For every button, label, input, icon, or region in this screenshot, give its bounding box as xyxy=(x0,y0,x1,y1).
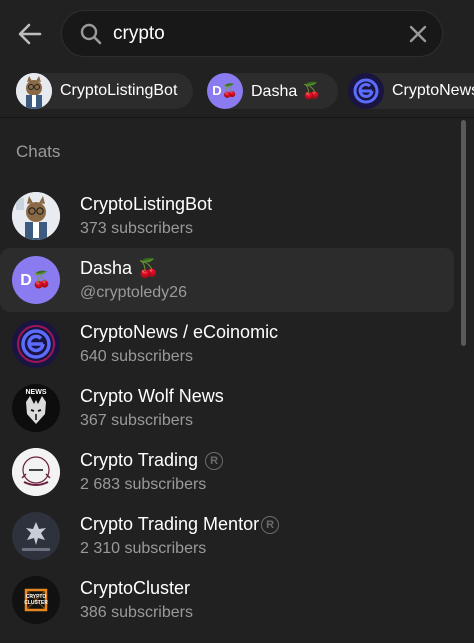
chat-name: Crypto Wolf News xyxy=(80,386,224,406)
avatar: CRYPTO CLUSTER xyxy=(12,576,60,624)
chat-row-cryptonews[interactable]: CryptoNews / eCoinomic 640 subscribers xyxy=(0,312,454,376)
avatar xyxy=(348,73,384,109)
chat-row-crypto-trading[interactable]: Crypto Trading R 2 683 subscribers xyxy=(0,440,454,504)
chat-name: Dasha 🍒 xyxy=(80,258,160,278)
chat-row-crypto-trading-mentor[interactable]: Crypto Trading Mentor R 2 310 subscriber… xyxy=(0,504,454,568)
avatar xyxy=(12,320,60,368)
chat-row-cryptolistingbot[interactable]: CryptoListingBot 373 subscribers xyxy=(0,184,454,248)
avatar-label: CRYPTO CLUSTER xyxy=(24,594,48,606)
chat-name: CryptoNews / eCoinomic xyxy=(80,322,279,342)
chat-row-crypto-wolf-news[interactable]: NEWS Crypto Wolf News 367 subscribers xyxy=(0,376,454,440)
back-arrow-icon xyxy=(18,23,42,45)
chip-dasha[interactable]: D🍒 Dasha 🍒 xyxy=(207,73,338,109)
avatar xyxy=(12,448,60,496)
chat-subtitle: 2 683 subscribers xyxy=(80,476,207,493)
chat-subtitle: 373 subscribers xyxy=(80,220,193,237)
avatar: D🍒 xyxy=(12,256,60,304)
avatar xyxy=(12,192,60,240)
top-bar xyxy=(0,0,474,66)
scrollbar[interactable] xyxy=(461,120,466,346)
chat-name: CryptoCluster xyxy=(80,578,191,598)
chat-row-cryptocluster[interactable]: CRYPTO CLUSTER CryptoCluster 386 subscri… xyxy=(0,568,454,632)
search-icon xyxy=(80,23,102,45)
avatar: D🍒 xyxy=(207,73,243,109)
back-button[interactable] xyxy=(14,18,46,50)
chat-subtitle: @cryptoledy26 xyxy=(80,284,187,301)
search-input[interactable] xyxy=(113,19,393,49)
chat-subtitle: 386 subscribers xyxy=(80,604,193,621)
close-icon[interactable] xyxy=(406,22,430,46)
chat-name: Crypto Trading Mentor R xyxy=(80,514,280,535)
chip-label: CryptoNews / eCoinomic xyxy=(392,82,474,99)
chat-list: CryptoListingBot 373 subscribers D🍒 Dash… xyxy=(0,184,454,632)
registered-badge-icon: R xyxy=(205,451,224,470)
avatar xyxy=(16,73,52,109)
chat-name: Crypto Trading R xyxy=(80,450,224,471)
chat-row-dasha[interactable]: D🍒 Dasha 🍒 @cryptoledy26 xyxy=(0,248,454,312)
chip-label: CryptoListingBot xyxy=(60,82,178,99)
chat-subtitle: 640 subscribers xyxy=(80,348,193,365)
avatar: NEWS xyxy=(12,384,60,432)
chat-name: CryptoListingBot xyxy=(80,194,213,214)
section-title: Chats xyxy=(16,142,61,161)
chip-cryptonews[interactable]: CryptoNews / eCoinomic xyxy=(348,73,474,109)
chat-subtitle: 367 subscribers xyxy=(80,412,193,429)
chip-label: Dasha 🍒 xyxy=(251,83,322,100)
divider xyxy=(0,117,474,118)
registered-badge-icon: R xyxy=(261,515,280,534)
search-box[interactable] xyxy=(61,10,443,57)
avatar xyxy=(12,512,60,560)
avatar-label: NEWS xyxy=(25,389,47,396)
chat-subtitle: 2 310 subscribers xyxy=(80,540,207,557)
recent-chips: CryptoListingBot D🍒 Dasha 🍒 CryptoNews /… xyxy=(0,66,474,116)
chip-cryptolistingbot[interactable]: CryptoListingBot xyxy=(16,73,194,109)
